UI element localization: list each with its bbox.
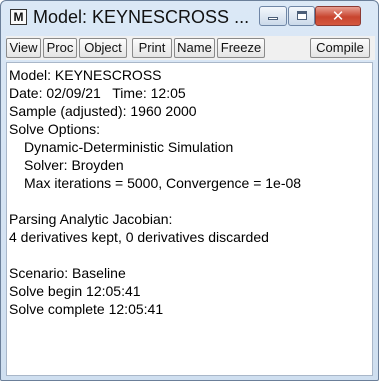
title-bar[interactable]: M Model: KEYNESCROSS ... ✕	[1, 1, 378, 35]
solver-line: Solver: Broyden	[24, 157, 124, 173]
close-icon: ✕	[331, 7, 345, 25]
maximize-button[interactable]	[288, 6, 315, 26]
proc-button[interactable]: Proc	[43, 38, 77, 58]
parsing-line: Parsing Analytic Jacobian:	[9, 211, 173, 227]
output-pane[interactable]: Model: KEYNESCROSS Date: 02/09/21 Time: …	[6, 62, 373, 376]
solve-log: Model: KEYNESCROSS Date: 02/09/21 Time: …	[9, 66, 301, 318]
close-button[interactable]: ✕	[315, 6, 361, 26]
solve-complete-line: Solve complete 12:05:41	[9, 301, 164, 317]
view-button[interactable]: View	[6, 38, 41, 58]
model-line: Model: KEYNESCROSS	[9, 67, 162, 83]
maximize-icon	[297, 11, 307, 20]
toolbar: View Proc Object Print Name Freeze Compi…	[6, 36, 375, 60]
scenario-line: Scenario: Baseline	[9, 265, 126, 281]
name-button[interactable]: Name	[174, 38, 215, 58]
compile-button[interactable]: Compile	[310, 38, 370, 58]
sample-line: Sample (adjusted): 1960 2000	[9, 103, 197, 119]
print-button[interactable]: Print	[132, 38, 172, 58]
date-line: Date: 02/09/21 Time: 12:05	[9, 85, 186, 101]
model-window: M Model: KEYNESCROSS ... ✕ View Proc Obj…	[0, 0, 379, 381]
simulation-line: Dynamic-Deterministic Simulation	[24, 139, 234, 155]
max-iterations-line: Max iterations = 5000, Convergence = 1e-…	[24, 175, 302, 191]
window-title: Model: KEYNESCROSS ...	[33, 7, 250, 27]
freeze-button[interactable]: Freeze	[217, 38, 265, 58]
object-button[interactable]: Object	[79, 38, 127, 58]
minimize-icon	[268, 17, 278, 20]
solve-begin-line: Solve begin 12:05:41	[9, 283, 141, 299]
model-app-icon[interactable]: M	[10, 9, 27, 25]
solve-options-line: Solve Options:	[9, 121, 101, 137]
minimize-button[interactable]	[259, 6, 287, 26]
derivatives-line: 4 derivatives kept, 0 derivatives discar…	[9, 229, 269, 245]
